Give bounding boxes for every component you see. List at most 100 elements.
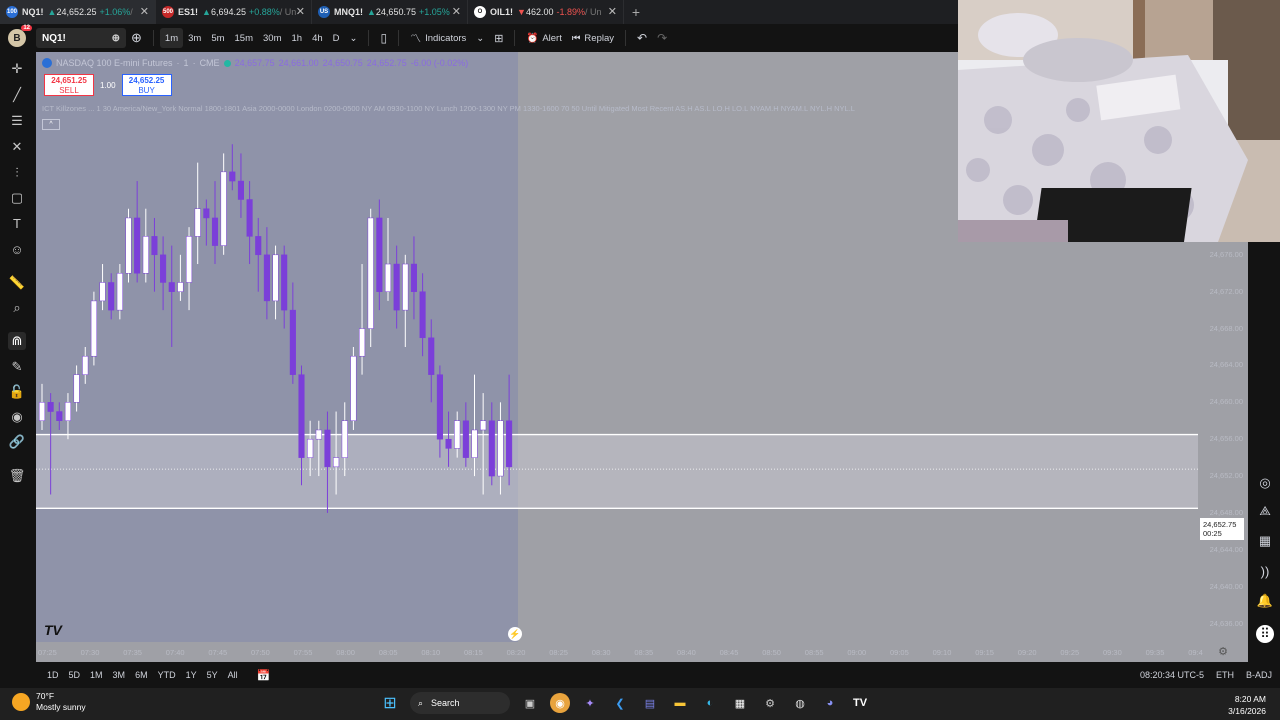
close-tab-icon[interactable]: ✕ <box>452 5 461 18</box>
tradingview-logo[interactable]: TV <box>44 622 62 638</box>
interval-30m[interactable]: 30m <box>258 28 286 48</box>
file-explorer-icon[interactable]: ▬ <box>670 693 690 713</box>
ruler-icon[interactable]: 📏 <box>8 274 26 292</box>
trash-icon[interactable]: 🗑 <box>8 467 26 485</box>
range-ytd[interactable]: YTD <box>153 670 181 680</box>
calendar-icon[interactable]: ▦ <box>1256 532 1274 550</box>
magnet-icon[interactable]: ⋒ <box>8 332 26 350</box>
close-tab-icon[interactable]: ✕ <box>140 5 149 18</box>
interval-1h[interactable]: 1h <box>286 28 307 48</box>
lightning-icon[interactable]: ⚡ <box>508 627 522 641</box>
range-1m[interactable]: 1M <box>85 670 108 680</box>
goto-date-icon[interactable]: 📅 <box>257 669 271 682</box>
zoom-icon[interactable]: ⌕ <box>8 299 26 317</box>
time-tick: 08:45 <box>719 648 739 657</box>
vscode-icon[interactable]: ❮ <box>610 693 630 713</box>
teams-icon[interactable]: ▤ <box>640 693 660 713</box>
eye-icon[interactable]: ◉ <box>8 408 26 426</box>
price-tick: 24,672.00 <box>1209 286 1243 296</box>
interval-5m[interactable]: 5m <box>206 28 229 48</box>
layout-icon[interactable]: ⊞ <box>489 28 508 48</box>
shapes-icon[interactable]: ▢ <box>8 189 26 207</box>
tab-symbol: ES1! <box>178 7 199 17</box>
adjustment-toggle[interactable]: B-ADJ <box>1246 670 1272 680</box>
chevron-down-icon[interactable]: ⌄ <box>345 28 363 48</box>
apps-grid-icon[interactable]: ⠿ <box>1256 625 1274 643</box>
gear-icon[interactable]: ⚙ <box>1218 645 1228 658</box>
range-5y[interactable]: 5Y <box>202 670 223 680</box>
indicators-button[interactable]: 〽 Indicators <box>405 28 471 48</box>
system-clock[interactable]: 8:20 AM 3/16/2026 <box>1228 693 1266 717</box>
candle-body <box>160 254 167 283</box>
sell-button[interactable]: 24,651.25 SELL <box>44 74 94 96</box>
symbol-search[interactable]: NQ1! ⊕ <box>36 28 126 48</box>
user-avatar[interactable]: B 12 <box>8 25 32 47</box>
time-tick: 09:15 <box>975 648 994 657</box>
lock-drawing-icon[interactable]: ✎ <box>8 358 26 376</box>
crosshair-icon[interactable]: ✛ <box>8 60 26 78</box>
order-quantity[interactable]: 1.00 <box>100 81 116 90</box>
news-feed-icon[interactable]: )) <box>1256 562 1274 580</box>
compare-add-icon[interactable]: ⊕ <box>126 28 147 48</box>
candle-body <box>315 429 322 440</box>
redo-icon[interactable]: ↷ <box>652 28 672 48</box>
favorite-icon[interactable]: ⊕ <box>112 33 120 44</box>
trendline-icon[interactable]: ╱ <box>8 86 26 104</box>
settings-gear-icon[interactable]: ⚙ <box>760 693 780 713</box>
replay-button[interactable]: ⏮ Replay <box>567 28 619 48</box>
range-1d[interactable]: 1D <box>42 670 64 680</box>
browser-tab-nq1[interactable]: 100 NQ1! ▲ 24,652.25 +1.06% / ✕ <box>0 0 156 24</box>
interval-4h[interactable]: 4h <box>307 28 328 48</box>
collapse-legend-button[interactable]: ^ <box>42 119 60 130</box>
interval-1m[interactable]: 1m <box>159 28 184 48</box>
windows-start-icon[interactable]: ⊞ <box>380 693 400 713</box>
weather-widget[interactable]: 70°F Mostly sunny <box>12 691 86 713</box>
range-3m[interactable]: 3M <box>108 670 131 680</box>
discord-icon[interactable]: ◕ <box>820 693 840 713</box>
browser-tab-es1[interactable]: 500 ES1! ▲ 6,694.25 +0.88% / Un ✕ <box>156 0 312 24</box>
range-box[interactable] <box>36 434 1198 509</box>
bell-icon[interactable]: 🔔 <box>1256 592 1274 610</box>
interval-15m[interactable]: 15m <box>230 28 258 48</box>
pattern-icon[interactable]: ✕ <box>8 138 26 156</box>
chevron-down-icon[interactable]: ⌄ <box>471 28 489 48</box>
candle-body <box>203 208 210 219</box>
obs-icon[interactable]: ◍ <box>790 693 810 713</box>
task-view-icon[interactable]: ▣ <box>520 693 540 713</box>
chrome-icon[interactable]: ◉ <box>550 693 570 713</box>
interval-3m[interactable]: 3m <box>183 28 206 48</box>
layers-icon[interactable]: ⟁ <box>1256 502 1274 520</box>
range-5d[interactable]: 5D <box>64 670 86 680</box>
time-axis[interactable]: 07:25 07:30 07:35 07:40 07:45 07:50 07:55 08:00… <box>36 642 1248 662</box>
candle-type-icon[interactable]: ▯ <box>375 28 392 48</box>
copilot-icon[interactable]: ✦ <box>580 693 600 713</box>
text-icon[interactable]: T <box>8 214 26 232</box>
range-1y[interactable]: 1Y <box>181 670 202 680</box>
new-tab-button[interactable]: + <box>624 4 648 20</box>
tradingview-app-icon[interactable]: TV <box>850 693 870 713</box>
link-icon[interactable]: 🔗 <box>8 433 26 451</box>
close-tab-icon[interactable]: ✕ <box>296 5 305 18</box>
browser-tab-oil1[interactable]: O OIL1! ▼ 462.00 -1.89% / Un ✕ <box>468 0 624 24</box>
interval-D[interactable]: D <box>328 28 345 48</box>
close-tab-icon[interactable]: ✕ <box>608 5 617 18</box>
store-icon[interactable]: ▦ <box>730 693 750 713</box>
candle-body <box>488 420 495 477</box>
emoji-icon[interactable]: ☺ <box>8 240 26 258</box>
utc-clock[interactable]: 08:20:34 UTC-5 <box>1140 670 1204 680</box>
buy-button[interactable]: 24,652.25 BUY <box>121 74 172 96</box>
taskbar-search[interactable]: ⌕ Search <box>410 692 510 714</box>
browser-tab-mnq1[interactable]: US MNQ1! ▲ 24,650.75 +1.05% ✕ <box>312 0 468 24</box>
time-tick: 08:10 <box>421 648 441 657</box>
fib-icon[interactable]: ☰ <box>8 112 26 130</box>
lock-icon[interactable]: 🔓 <box>8 383 26 401</box>
edge-icon[interactable]: ◐ <box>700 693 720 713</box>
range-all[interactable]: All <box>223 670 243 680</box>
undo-icon[interactable]: ↶ <box>632 28 652 48</box>
target-icon[interactable]: ◎ <box>1256 474 1274 492</box>
range-6m[interactable]: 6M <box>130 670 153 680</box>
alert-button[interactable]: ⏰ Alert <box>521 28 566 48</box>
projection-icon[interactable]: ⫶ <box>8 164 26 182</box>
candle-body <box>168 282 175 292</box>
session-toggle[interactable]: ETH <box>1216 670 1234 680</box>
